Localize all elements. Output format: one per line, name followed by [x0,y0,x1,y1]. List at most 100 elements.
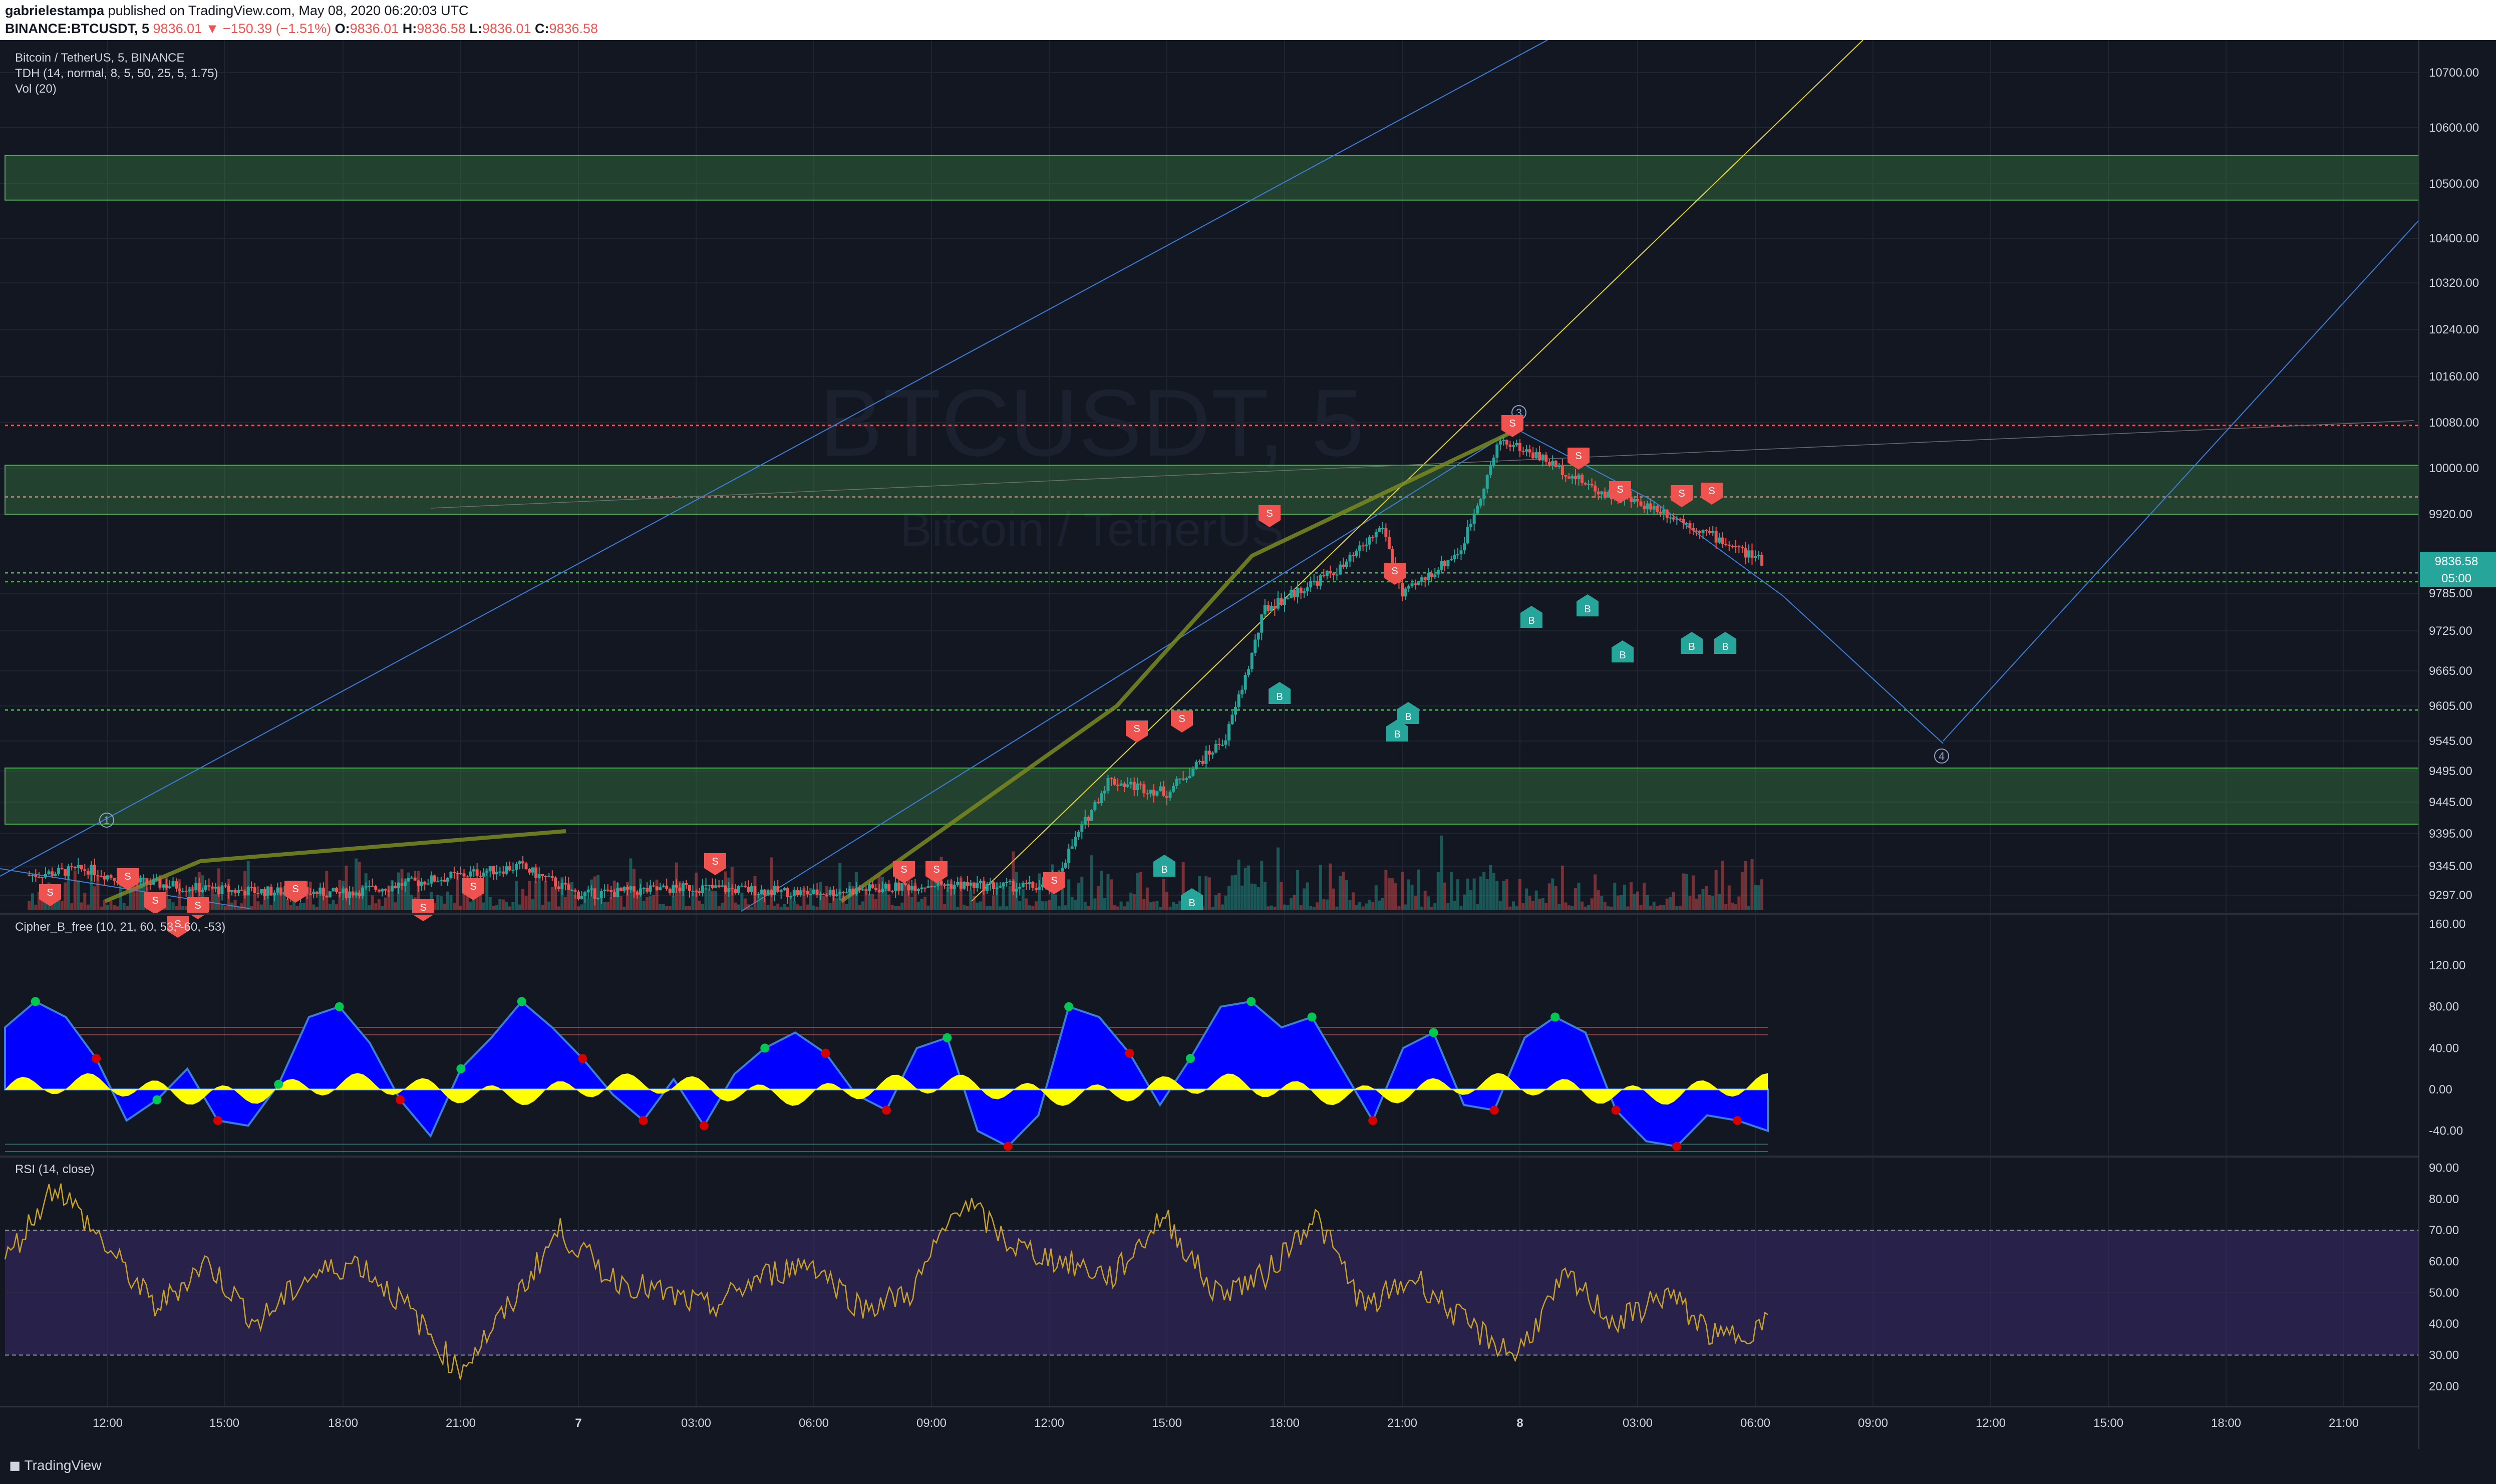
candle-body [1015,888,1018,892]
time-axis[interactable]: 12:00 15:00 18:00 21:00 7 03:00 06:00 09:00 12:0… [93,1416,2359,1430]
volume-bar [1423,891,1427,910]
candle-body [158,878,162,888]
candle-body [848,889,851,893]
candle-body [708,885,711,886]
buy-signal: B [1153,855,1175,877]
candle-body [1760,554,1764,566]
cipher-legend[interactable]: Cipher_B_free (10, 21, 60, 53, -60, -53) [15,920,225,934]
candle-body [266,886,269,896]
candle-body [1708,531,1711,533]
candle-body [1021,883,1025,887]
buy-signal-text: B [1619,650,1626,661]
candle-body [1485,475,1489,489]
time-tick-label: 15:00 [1152,1416,1182,1430]
candle-body [1132,782,1136,790]
volume-bar [894,906,897,910]
candle-body [335,888,338,892]
price-zone[interactable] [5,465,2419,515]
candle-body [1149,790,1152,794]
candle-body [871,884,874,888]
candle-body [394,886,397,888]
cipher-dot [335,1002,344,1011]
candle-body [1352,555,1355,556]
volume-bar [1495,881,1499,910]
candle-body [786,888,789,897]
legend-title[interactable]: Bitcoin / TetherUS, 5, BINANCE [15,50,218,66]
candle-body [1201,761,1204,764]
support-resistance-zones[interactable] [5,155,2419,825]
cipher-dot [1550,1012,1560,1022]
candle-body [1727,544,1731,546]
volume-bar [1508,906,1512,910]
volume-bar [126,906,129,910]
volume-bar [446,891,449,910]
candle-body [230,890,234,892]
price-zone[interactable] [5,155,2419,201]
candle-body [1597,491,1600,495]
rsi-legend[interactable]: RSI (14, close) [15,1163,95,1177]
volume-bar [1247,865,1251,910]
candle-body [1443,561,1446,567]
legend-vol[interactable]: Vol (20) [15,81,218,97]
candle-body [1145,793,1149,795]
candle-body [1175,779,1178,786]
price-tick-label: 9545.00 [2429,734,2472,748]
chart-canvas[interactable]: BTCUSDT, 5 Bitcoin / TetherUS 1 3 4 SSSS… [0,40,2496,1449]
volume-bar [642,901,646,910]
candle-body [1080,824,1084,832]
volume-bar [900,902,904,910]
volume-bar [443,903,446,910]
sell-signal-text: S [152,895,158,906]
volume-bar [740,892,744,910]
candle-body [926,886,930,888]
sell-signal-text: S [1178,713,1185,724]
volume-bar [498,899,502,910]
author-name[interactable]: gabrielestampa [5,3,104,18]
volume-bar [122,903,126,910]
volume-bar [1113,905,1116,910]
candle-body [351,891,355,896]
candle-body [106,875,109,880]
candle-body [1142,784,1146,794]
candle-body [518,861,521,864]
candle-body [1172,786,1175,792]
price-zone[interactable] [5,768,2419,825]
volume-bar [999,906,1002,910]
volume-bar [1217,893,1221,910]
volume-bar [1613,882,1617,910]
volume-bar [1727,885,1731,910]
volume-bar [1757,885,1760,910]
volume-bar [312,904,316,910]
volume-bar [1482,872,1486,910]
price-tick-label: 10080.00 [2429,416,2479,430]
candle-body [612,892,616,897]
volume-bar [407,872,410,910]
volume-bar [606,902,609,910]
volume-bar [459,905,462,910]
price-tick-label: 9665.00 [2429,664,2472,678]
open-label: O: [335,21,350,36]
candle-body [982,881,986,891]
candle-body [332,888,335,892]
candle-body [426,883,430,885]
cipher-dot [639,1116,648,1125]
time-tick-label: 21:00 [446,1416,476,1430]
legend-tdh[interactable]: TDH (14, normal, 8, 5, 50, 25, 5, 1.75) [15,66,218,81]
volume-bar [80,902,83,910]
candle-body [511,869,515,871]
candle-body [505,866,508,874]
volume-bar [364,873,368,910]
volume-bar [1005,906,1009,910]
time-tick-label: 21:00 [2329,1416,2359,1430]
candle-body [1489,465,1492,475]
volume-bar [1701,889,1705,910]
candle-body [1227,724,1231,740]
candle-body [841,892,845,893]
tradingview-logo[interactable]: ◼ TradingView [9,1457,102,1473]
cipher-dot [1307,1012,1317,1022]
sell-signal-text: S [933,864,940,875]
open-value: 9836.01 [350,21,399,36]
volume-bar [1048,900,1051,910]
last-price: 9836.01 [153,21,202,36]
volume-bar [73,870,77,910]
